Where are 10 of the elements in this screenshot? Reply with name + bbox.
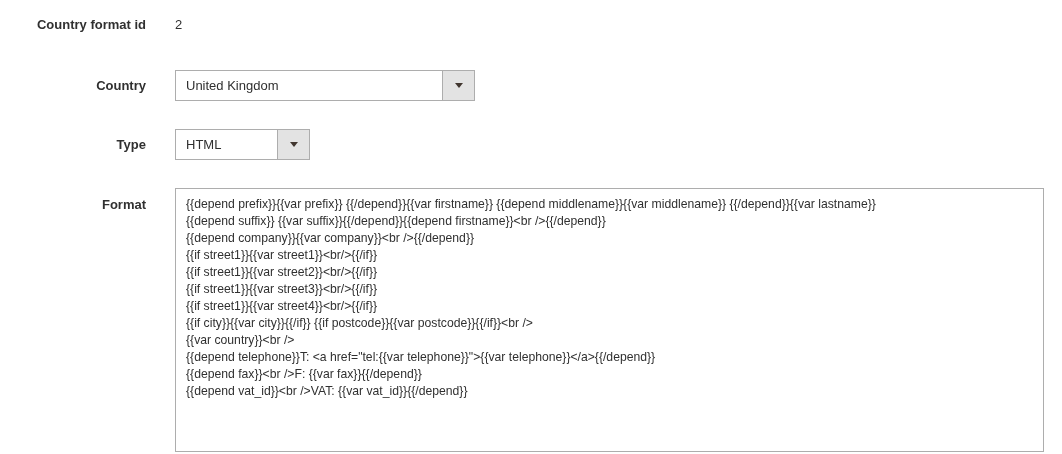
- field-label: Country: [95, 77, 146, 93]
- field-value: 2: [175, 17, 183, 32]
- caret-icon: [289, 142, 298, 147]
- caret-icon: [454, 83, 463, 88]
- field-label: Format: [100, 196, 146, 212]
- format-textarea[interactable]: {{depend prefix}}{{var prefix}} {{/depend}}{{var firstname}} {{depend middlename}}{{var middlename}} {{/depend}}{{var lastname}} {{depend suffix}} {{var suffix}}{{/depend}}{{depend firstname}}<br />{{/depend}} {{depend company}}{{var company}}<br />{{/depend}} {{if street1}}{{var street1}}<br/>{{/if}} {{if street1}}{{var street2}}<br/>{{/if}} {{if street1}}{{var street3}}<br/>{{/if}} {{if street1}}{{var street4}}<br/>{{/if}} {{if city}}{{var city}}{{/if}} {{if postcode}}{{var postcode}}{{/if}}<br /> {{var country}}<br /> {{depend telephone}}T: <a href="tel:{{var telephone}}">{{var telephone}}</a>{{/depend}} {{depend fax}}<br />F: {{var fax}}{{/depend}} {{depend vat_id}}<br />VAT: {{var vat_id}}{{/depend}}: [175, 188, 1044, 452]
- field-label: Country format id: [35, 17, 146, 32]
- select-field[interactable]: HTML: [175, 129, 310, 160]
- select-field[interactable]: United Kingdom: [175, 70, 475, 101]
- field-label: Type: [115, 136, 146, 152]
